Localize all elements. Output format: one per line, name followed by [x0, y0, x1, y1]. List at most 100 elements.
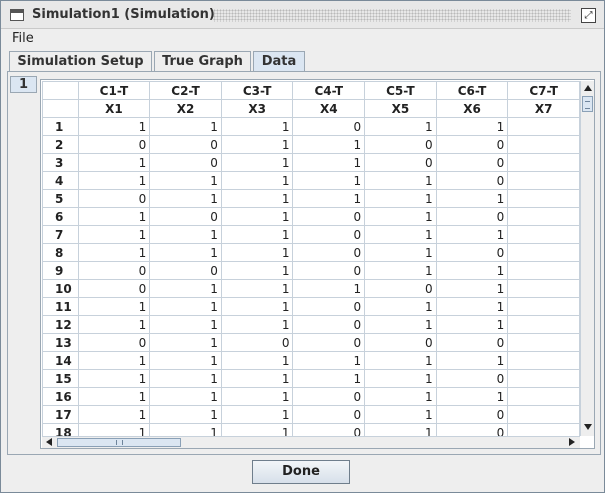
table-cell[interactable] [507, 423, 580, 436]
table-cell[interactable]: 1 [220, 369, 294, 388]
table-cell[interactable]: 1 [292, 369, 366, 388]
table-cell[interactable]: 1 [364, 225, 437, 244]
row-number[interactable]: 13 [42, 333, 79, 352]
table-cell[interactable] [507, 189, 580, 208]
table-cell[interactable]: 1 [292, 135, 366, 154]
scroll-right-icon[interactable] [569, 438, 575, 446]
table-cell[interactable] [507, 333, 580, 352]
table-cell[interactable]: 1 [77, 369, 151, 388]
table-cell[interactable]: 0 [364, 333, 437, 352]
tab-true-graph[interactable]: True Graph [154, 51, 251, 72]
table-cell[interactable]: 1 [149, 225, 222, 244]
table-cell[interactable] [507, 351, 580, 370]
table-cell[interactable]: 1 [77, 405, 151, 424]
table-cell[interactable]: 0 [77, 279, 151, 298]
table-cell[interactable]: 1 [77, 207, 151, 226]
table-cell[interactable]: 1 [364, 189, 437, 208]
table-cell[interactable]: 0 [292, 315, 366, 334]
column-header-variable[interactable]: X6 [435, 99, 509, 118]
table-cell[interactable]: 1 [292, 189, 366, 208]
table-cell[interactable]: 0 [292, 261, 366, 280]
table-cell[interactable]: 1 [364, 405, 437, 424]
table-cell[interactable]: 0 [292, 297, 366, 316]
table-cell[interactable]: 0 [77, 189, 151, 208]
table-cell[interactable]: 0 [435, 333, 509, 352]
table-cell[interactable]: 0 [292, 405, 366, 424]
table-cell[interactable]: 1 [220, 171, 294, 190]
table-cell[interactable]: 1 [77, 171, 151, 190]
table-cell[interactable]: 0 [292, 117, 366, 136]
table-cell[interactable]: 0 [435, 171, 509, 190]
table-cell[interactable] [507, 369, 580, 388]
column-header-name[interactable]: C1-T [77, 81, 151, 100]
row-number[interactable]: 7 [42, 225, 79, 244]
column-header-variable[interactable]: X7 [507, 99, 580, 118]
column-header-name[interactable]: C6-T [435, 81, 509, 100]
row-number[interactable]: 14 [42, 351, 79, 370]
table-cell[interactable]: 1 [149, 351, 222, 370]
table-cell[interactable]: 0 [364, 135, 437, 154]
table-cell[interactable]: 0 [220, 333, 294, 352]
table-cell[interactable]: 1 [435, 189, 509, 208]
table-cell[interactable]: 0 [292, 423, 366, 436]
table-cell[interactable] [507, 297, 580, 316]
table-cell[interactable]: 1 [364, 117, 437, 136]
done-button[interactable]: Done [252, 460, 350, 484]
row-number[interactable]: 16 [42, 387, 79, 406]
table-cell[interactable]: 1 [435, 387, 509, 406]
vertical-scroll-thumb[interactable] [582, 96, 593, 112]
column-header-variable[interactable]: X5 [364, 99, 437, 118]
table-cell[interactable]: 1 [149, 405, 222, 424]
row-number[interactable]: 6 [42, 207, 79, 226]
column-header-variable[interactable]: X4 [292, 99, 366, 118]
table-cell[interactable]: 1 [77, 153, 151, 172]
table-cell[interactable]: 1 [435, 261, 509, 280]
table-cell[interactable]: 0 [435, 207, 509, 226]
table-cell[interactable]: 1 [77, 117, 151, 136]
table-cell[interactable]: 1 [149, 333, 222, 352]
table-cell[interactable]: 1 [364, 315, 437, 334]
table-cell[interactable]: 1 [149, 243, 222, 262]
menu-file[interactable]: File [12, 31, 34, 46]
scroll-up-icon[interactable] [584, 85, 592, 91]
table-cell[interactable]: 1 [149, 423, 222, 436]
table-cell[interactable]: 1 [364, 369, 437, 388]
table-cell[interactable]: 1 [149, 189, 222, 208]
column-header-name[interactable]: C3-T [220, 81, 294, 100]
table-cell[interactable]: 1 [149, 297, 222, 316]
table-cell[interactable]: 1 [77, 315, 151, 334]
table-cell[interactable] [507, 261, 580, 280]
table-cell[interactable]: 0 [292, 243, 366, 262]
row-number[interactable]: 17 [42, 405, 79, 424]
table-cell[interactable]: 1 [77, 243, 151, 262]
table-cell[interactable]: 0 [364, 279, 437, 298]
title-bar[interactable]: Simulation1 (Simulation) ⤢ [1, 1, 604, 29]
table-cell[interactable]: 0 [77, 135, 151, 154]
table-cell[interactable]: 0 [292, 207, 366, 226]
row-number[interactable]: 4 [42, 171, 79, 190]
table-cell[interactable]: 0 [149, 261, 222, 280]
table-cell[interactable]: 1 [220, 351, 294, 370]
table-cell[interactable] [507, 387, 580, 406]
maximize-icon[interactable]: ⤢ [581, 8, 596, 23]
table-cell[interactable]: 1 [220, 225, 294, 244]
vertical-scrollbar[interactable] [580, 81, 594, 436]
table-cell[interactable]: 1 [149, 279, 222, 298]
table-cell[interactable]: 1 [364, 387, 437, 406]
table-cell[interactable]: 1 [435, 351, 509, 370]
row-number[interactable]: 9 [42, 261, 79, 280]
table-cell[interactable]: 1 [220, 315, 294, 334]
table-cell[interactable]: 1 [220, 405, 294, 424]
table-cell[interactable]: 0 [77, 333, 151, 352]
table-cell[interactable]: 1 [220, 189, 294, 208]
table-cell[interactable]: 1 [435, 117, 509, 136]
table-cell[interactable]: 1 [149, 171, 222, 190]
table-cell[interactable]: 0 [364, 153, 437, 172]
horizontal-scroll-thumb[interactable] [57, 438, 181, 447]
table-cell[interactable]: 0 [435, 423, 509, 436]
table-cell[interactable]: 1 [77, 225, 151, 244]
row-number[interactable]: 15 [42, 369, 79, 388]
table-cell[interactable]: 1 [77, 387, 151, 406]
table-cell[interactable]: 1 [77, 297, 151, 316]
dataset-tab-1[interactable]: 1 [10, 76, 37, 93]
